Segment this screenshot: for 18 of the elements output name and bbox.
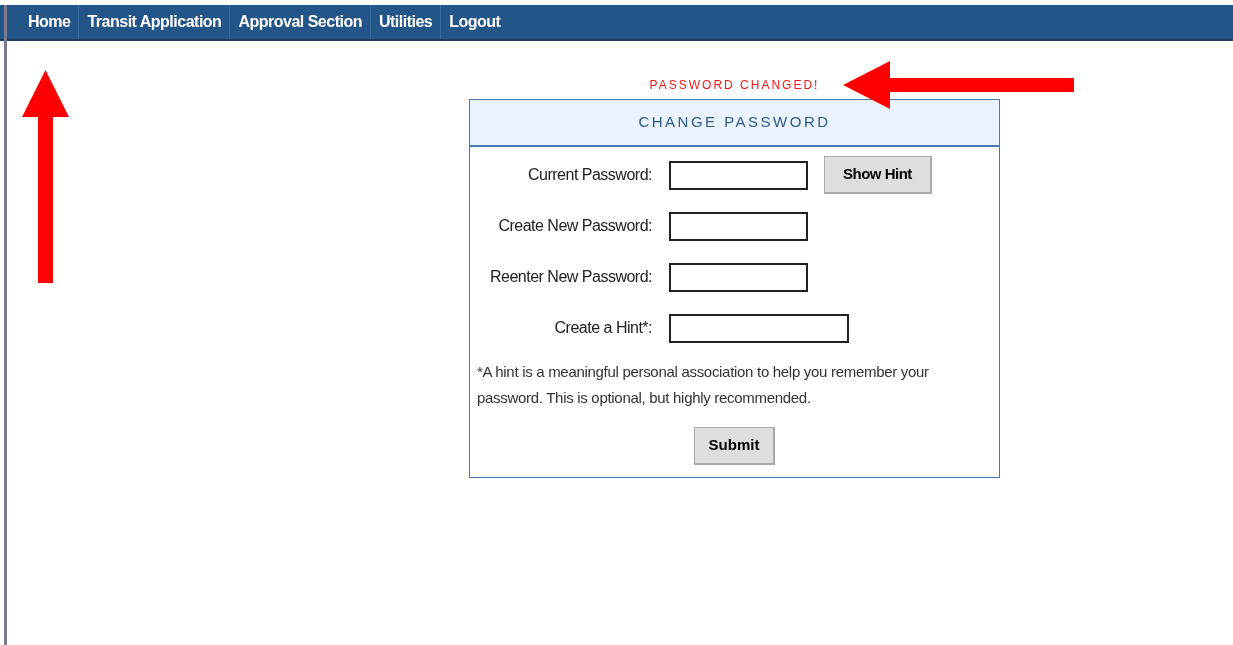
input-field[interactable] (669, 313, 849, 343)
form-title: CHANGE PASSWORD (638, 112, 831, 133)
nav-link[interactable]: Home (20, 5, 80, 39)
hint-note: *A hint is a meaningful personal association to help you remember your password. This is optional, but highly recommended. (477, 362, 930, 408)
input-field[interactable] (669, 211, 808, 241)
field-label: Create a Hint*: (553, 318, 652, 338)
field-label: Create New Password: (497, 216, 652, 236)
nav-link[interactable]: Logout (441, 5, 509, 39)
input-field[interactable] (669, 262, 808, 292)
nav-link[interactable]: Approval Section (230, 5, 371, 39)
success-message: PASSWORD CHANGED! (649, 77, 820, 94)
nav-link[interactable]: Transit Application (79, 5, 231, 39)
submit-button[interactable]: Submit (693, 427, 776, 465)
show-hint-button[interactable]: Show Hint (824, 156, 932, 194)
input-field[interactable] (669, 160, 808, 190)
field-label: Reenter New Password: (489, 267, 652, 287)
field-label: Current Password: (527, 165, 652, 185)
nav-link[interactable]: Utilities (370, 5, 442, 39)
